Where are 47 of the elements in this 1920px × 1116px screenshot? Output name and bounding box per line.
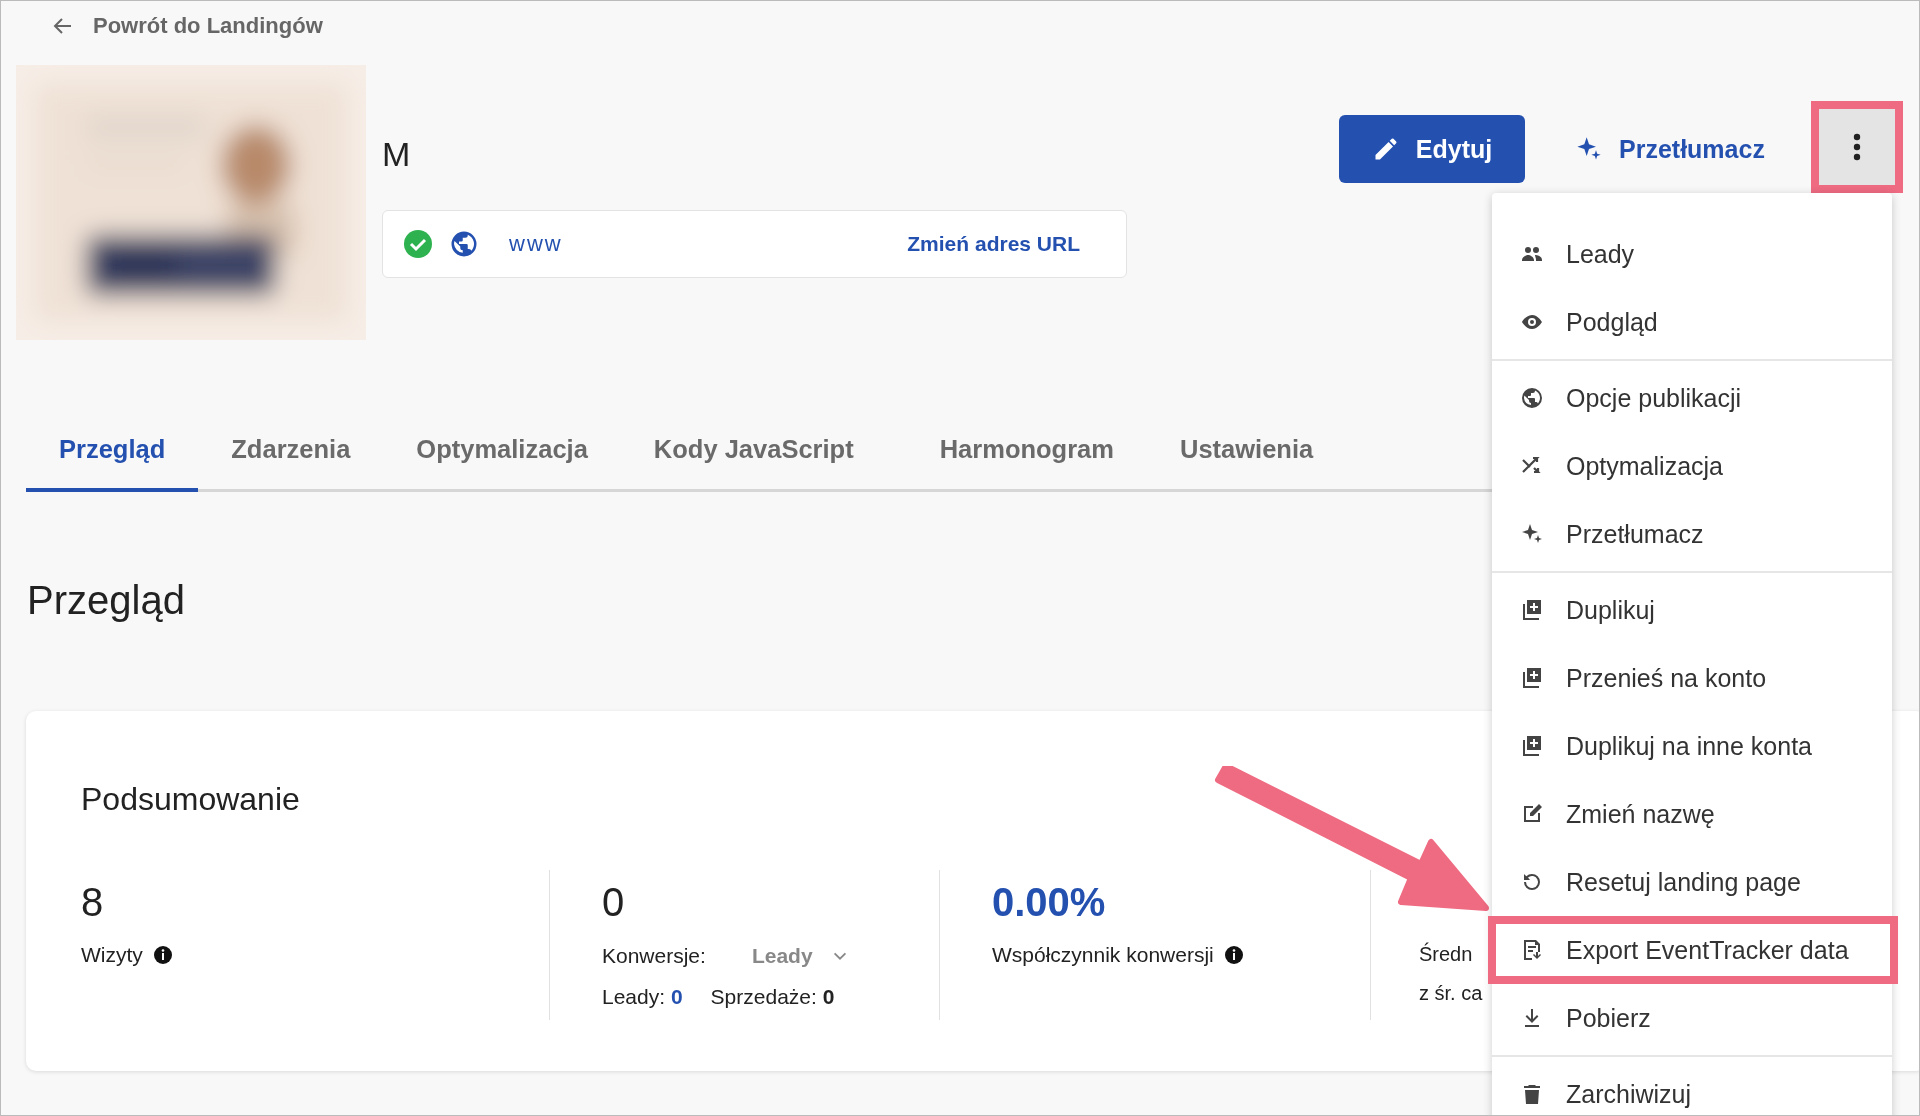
stat-sublabel: z śr. ca (1419, 982, 1483, 1005)
globe-icon (1520, 386, 1544, 410)
menu-item[interactable]: Resetuj landing page (1492, 848, 1892, 916)
menu-item[interactable]: Optymalizacja (1492, 432, 1892, 500)
menu-item[interactable]: Leady (1492, 220, 1892, 288)
stat-label: Wizyty (81, 943, 143, 967)
menu-item[interactable]: Przetłumacz (1492, 500, 1892, 568)
tab[interactable]: Optymalizacja (383, 415, 621, 492)
menu-item[interactable]: Duplikuj (1492, 576, 1892, 644)
info-icon[interactable] (152, 945, 173, 965)
menu-item[interactable]: Podgląd (1492, 288, 1892, 356)
tab[interactable]: Ustawienia (1146, 415, 1347, 492)
leads-count: Leady: 0 (602, 985, 683, 1009)
menu-item[interactable]: Opcje publikacji (1492, 364, 1892, 432)
menu-item[interactable]: Pobierz (1492, 984, 1892, 1052)
menu-item[interactable]: Export EventTracker data (1488, 916, 1898, 984)
more-options-button[interactable] (1811, 101, 1903, 193)
copy-icon (1520, 598, 1544, 622)
change-url-link[interactable]: Zmień adres URL (907, 232, 1080, 256)
menu-item[interactable]: Zarchiwizuj (1492, 1060, 1892, 1115)
sales-count: Sprzedaże: 0 (710, 985, 835, 1009)
tab[interactable]: Kody JavaScript (620, 415, 887, 492)
menu-item[interactable]: Duplikuj na inne konta (1492, 712, 1892, 780)
stat-value: 0 (602, 880, 625, 925)
tab[interactable]: Harmonogram (906, 415, 1147, 492)
globe-icon (449, 229, 479, 259)
page-title: M (382, 135, 412, 174)
stat-value: 0.00% (992, 880, 1106, 925)
stat-value: 8 (81, 880, 104, 925)
stat-label: Średn (1419, 943, 1473, 966)
menu-item[interactable]: Zmień nazwę (1492, 780, 1892, 848)
tab[interactable]: Zdarzenia (198, 415, 384, 492)
edit-button[interactable]: Edytuj (1339, 115, 1525, 183)
copy-icon (1520, 666, 1544, 690)
conversion-type-select[interactable]: Leady (745, 943, 855, 969)
stat-label: Współczynnik konwersji (992, 943, 1214, 967)
section-heading: Przegląd (27, 578, 185, 623)
kebab-icon (1853, 133, 1861, 161)
menu-item[interactable]: Przenieś na konto (1492, 644, 1892, 712)
copy-icon (1520, 734, 1544, 758)
back-link[interactable]: Powrót do Landingów (51, 13, 323, 39)
card-title: Podsumowanie (81, 781, 300, 818)
info-icon[interactable] (1223, 945, 1244, 965)
tab[interactable]: Przegląd (26, 415, 199, 492)
translate-button[interactable]: Przetłumacz (1569, 115, 1771, 183)
url-text: www (509, 231, 564, 257)
stat-label: Konwersje: (602, 944, 706, 968)
